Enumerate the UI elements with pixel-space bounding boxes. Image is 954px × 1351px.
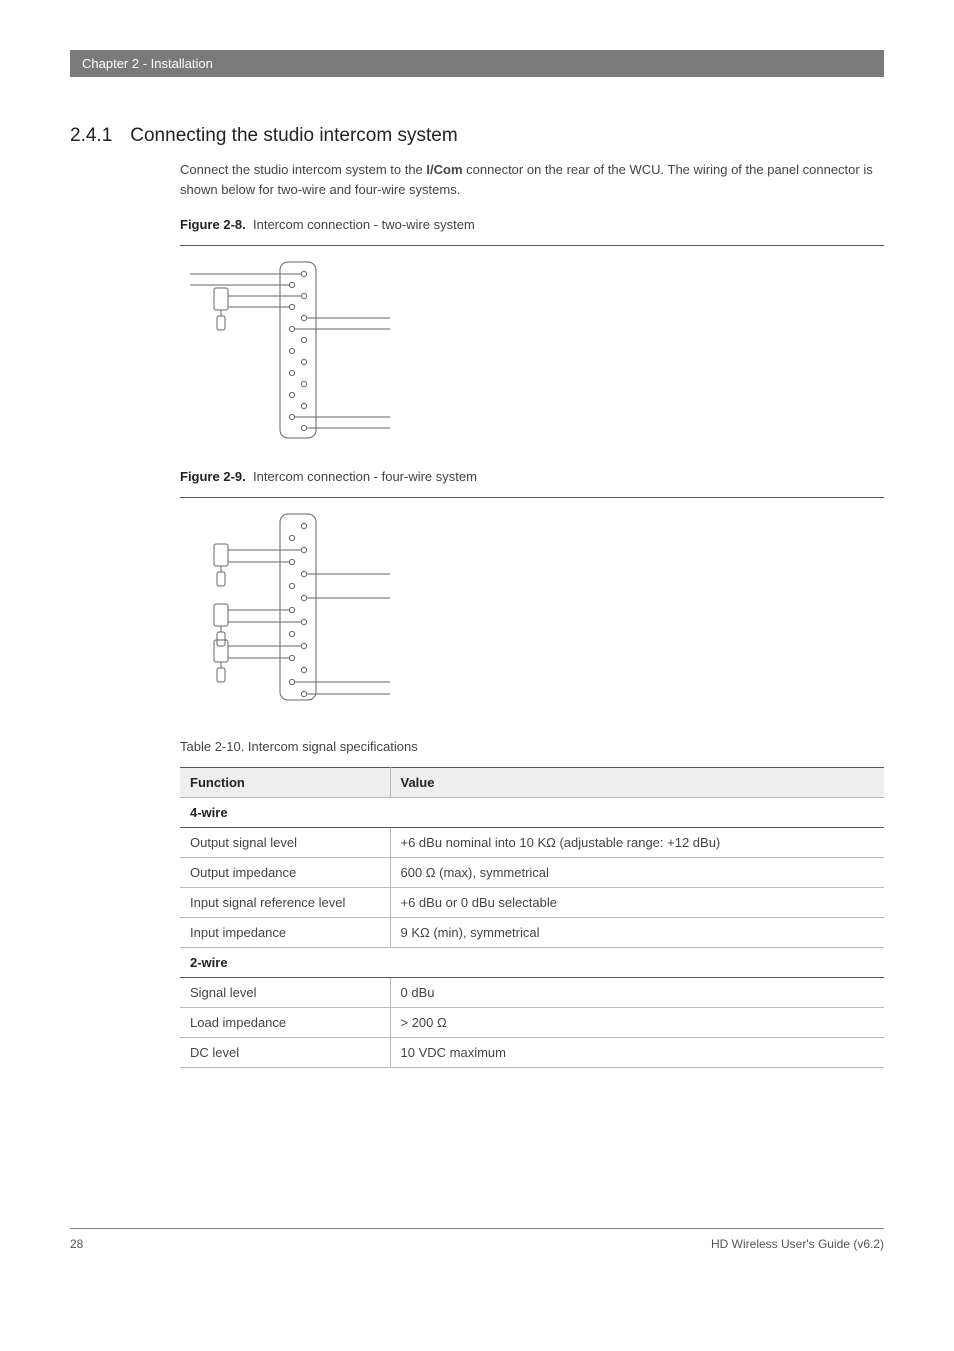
figure-rule xyxy=(180,245,884,246)
table-row: Input signal reference level+6 dBu or 0 … xyxy=(180,888,884,918)
page-footer: 28 HD Wireless User's Guide (v6.2) xyxy=(70,1228,884,1251)
table-row: Output signal level+6 dBu nominal into 1… xyxy=(180,828,884,858)
section-heading: 2.4.1 Connecting the studio intercom sys… xyxy=(70,125,884,147)
table-row: Signal level0 dBu xyxy=(180,978,884,1008)
th-function: Function xyxy=(180,768,390,798)
table-row: DC level10 VDC maximum xyxy=(180,1038,884,1068)
spec-table: Function Value 4-wire Output signal leve… xyxy=(180,767,884,1068)
table-row: Output impedance600 Ω (max), symmetrical xyxy=(180,858,884,888)
table-row: Input impedance9 KΩ (min), symmetrical xyxy=(180,918,884,948)
cat-2wire: 2-wire xyxy=(180,948,884,978)
figure-2-9-caption: Figure 2-9. Intercom connection - four-w… xyxy=(180,469,884,484)
figure-2-9-diagram xyxy=(190,508,884,713)
section-title: Connecting the studio intercom system xyxy=(130,125,457,147)
figure-rule xyxy=(180,497,884,498)
figure-2-8-diagram xyxy=(190,256,884,451)
section-number: 2.4.1 xyxy=(70,125,112,147)
table-row: Load impedance> 200 Ω xyxy=(180,1008,884,1038)
doc-title: HD Wireless User's Guide (v6.2) xyxy=(711,1237,884,1251)
cat-4wire: 4-wire xyxy=(180,798,884,828)
intro-paragraph: Connect the studio intercom system to th… xyxy=(180,160,884,199)
chapter-bar: Chapter 2 - Installation xyxy=(70,50,884,77)
table-2-10-caption: Table 2-10. Intercom signal specificatio… xyxy=(180,739,884,754)
page-number: 28 xyxy=(70,1237,83,1251)
figure-2-8-caption: Figure 2-8. Intercom connection - two-wi… xyxy=(180,217,884,232)
th-value: Value xyxy=(390,768,884,798)
